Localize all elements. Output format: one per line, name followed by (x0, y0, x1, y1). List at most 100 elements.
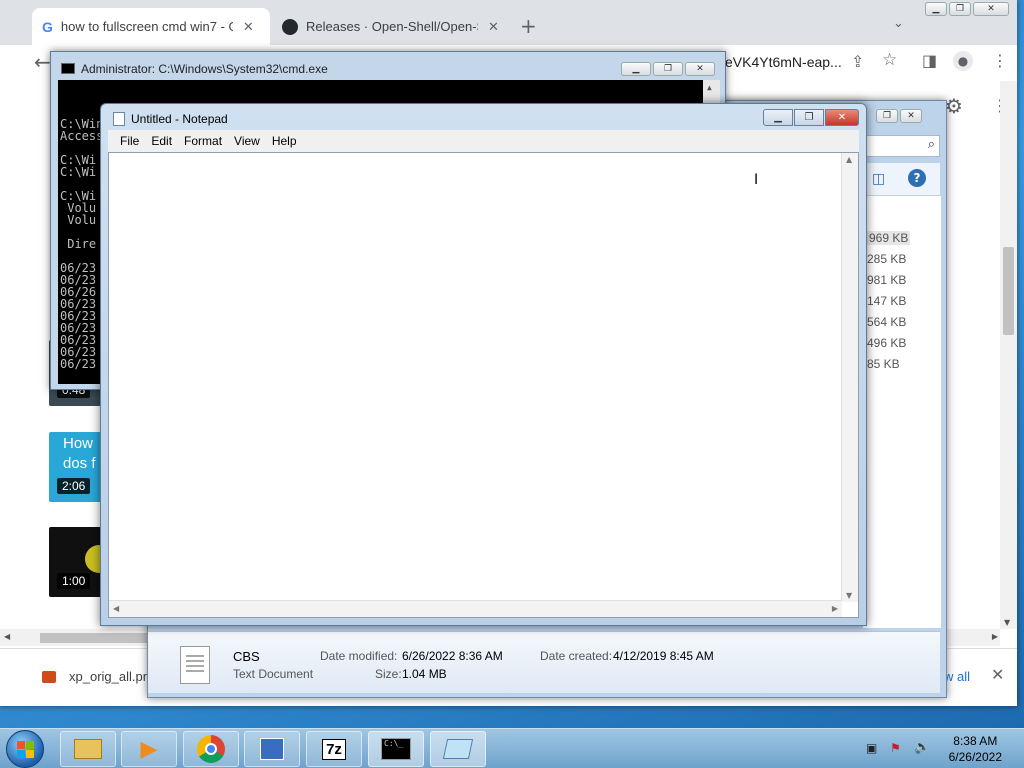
close-button[interactable]: ✕ (900, 109, 922, 123)
scroll-up-arrow-icon[interactable]: ▲ (707, 82, 712, 94)
scroll-left-arrow-icon[interactable]: ◀ (113, 604, 119, 613)
editor-horizontal-scrollbar[interactable]: ◀ ▶ (109, 600, 842, 617)
cmd-icon: C:\_ (381, 738, 411, 760)
details-created-value: 4/12/2019 8:45 AM (613, 649, 714, 663)
chevron-down-icon[interactable]: ⌄ (893, 16, 904, 31)
details-file-type: Text Document (233, 667, 314, 681)
file-size[interactable]: 981 KB (867, 273, 906, 287)
details-created-label: Date created: (540, 649, 613, 663)
page-vertical-scrollbar[interactable]: ▼ (1000, 81, 1017, 629)
file-size[interactable]: 285 KB (867, 252, 906, 266)
menu-format[interactable]: Format (178, 134, 228, 148)
video-title-line: How (63, 435, 94, 452)
7zip-icon: 7z (322, 738, 346, 760)
system-clock[interactable]: 8:38 AM 6/26/2022 (949, 733, 1002, 765)
video-thumb-graphic (85, 545, 101, 573)
kebab-menu-icon[interactable]: ⋮ (992, 51, 1008, 70)
clock-date: 6/26/2022 (948, 750, 1002, 764)
taskbar-7zip[interactable]: 7z (306, 731, 362, 767)
explorer-toolbar: ◫ ? (866, 163, 940, 195)
cmd-title: Administrator: C:\Windows\System32\cmd.e… (81, 62, 328, 76)
video-duration: 1:00 (57, 573, 91, 589)
back-arrow-icon[interactable]: ← (34, 50, 51, 74)
bookmark-star-icon[interactable]: ☆ (882, 50, 897, 70)
file-size[interactable]: 147 KB (867, 294, 906, 308)
network-tray-icon[interactable]: ▣ (866, 741, 877, 755)
video-title: How dos f (49, 432, 101, 474)
restore-button[interactable]: ❐ (653, 62, 683, 76)
notepad-window-controls: ▁ ❐ ✕ (763, 109, 859, 126)
search-icon[interactable]: ⌕ (928, 137, 935, 152)
search-box[interactable]: ⌕ (866, 135, 940, 157)
gear-icon[interactable]: ⚙ (945, 94, 963, 118)
file-size[interactable]: 85 KB (867, 357, 900, 371)
scroll-right-arrow-icon[interactable]: ▶ (832, 604, 838, 613)
taskbar-cmd[interactable]: C:\_ (368, 731, 424, 767)
tab-github-releases[interactable]: Releases · Open-Shell/Open-She ✕ (272, 8, 510, 45)
show-all-downloads-button[interactable]: w all (944, 669, 970, 684)
taskbar-network-app[interactable] (244, 731, 300, 767)
new-tab-icon[interactable]: + (520, 14, 537, 38)
menu-help[interactable]: Help (266, 134, 303, 148)
explorer-icon (74, 739, 102, 759)
video-duration: 2:06 (57, 478, 91, 494)
action-center-flag-icon[interactable]: ⚑ (890, 741, 901, 755)
close-tab-icon[interactable]: ✕ (488, 19, 499, 35)
url-text[interactable]: eVK4Yt6mN-eap... (725, 54, 842, 70)
volume-icon[interactable]: 🔈 (914, 740, 930, 755)
text-cursor-icon: I (754, 172, 759, 188)
editor-vertical-scrollbar[interactable]: ▲ ▼ (841, 153, 858, 602)
close-download-bar-icon[interactable]: ✕ (991, 665, 1004, 684)
details-size-label: Size: (375, 667, 402, 681)
menu-bar: File Edit Format View Help (108, 130, 859, 152)
profile-avatar-icon[interactable]: ● (953, 51, 973, 71)
restore-button[interactable]: ❐ (949, 2, 971, 16)
video-thumbnail[interactable]: How dos f 2:06 (49, 432, 101, 502)
tab-title: Releases · Open-Shell/Open-She (306, 19, 478, 34)
text-editor-area[interactable]: I ▲ ▼ ◀ ▶ (108, 152, 859, 618)
scroll-up-arrow-icon[interactable]: ▲ (846, 155, 852, 164)
notepad-title: Untitled - Notepad (131, 112, 228, 126)
help-icon[interactable]: ? (908, 169, 926, 187)
menu-file[interactable]: File (114, 134, 145, 148)
chrome-icon (197, 735, 225, 763)
chrome-window-controls: ▁ ❐ ✕ (925, 2, 1009, 16)
share-icon[interactable]: ⇪ (851, 52, 864, 71)
taskbar-media-player[interactable]: ▶ (121, 731, 177, 767)
menu-edit[interactable]: Edit (145, 134, 178, 148)
menu-view[interactable]: View (228, 134, 266, 148)
scroll-right-arrow-icon[interactable]: ▶ (992, 632, 998, 641)
preview-pane-icon[interactable]: ◫ (872, 171, 885, 187)
restore-button[interactable]: ❐ (876, 109, 898, 123)
scroll-down-arrow-icon[interactable]: ▼ (846, 591, 852, 600)
close-button[interactable]: ✕ (973, 2, 1009, 16)
scrollbar-thumb[interactable] (40, 633, 150, 643)
close-button[interactable]: ✕ (825, 109, 859, 126)
taskbar-notepad[interactable] (430, 731, 486, 767)
tab-google-search[interactable]: G how to fullscreen cmd win7 - Go ✕ (32, 8, 270, 45)
start-button[interactable] (6, 730, 44, 768)
close-tab-icon[interactable]: ✕ (243, 19, 254, 35)
scroll-down-arrow-icon[interactable]: ▼ (1004, 618, 1010, 627)
details-file-name: CBS (233, 649, 260, 664)
maximize-button[interactable]: ❐ (794, 109, 824, 126)
file-size[interactable]: 496 KB (867, 336, 906, 350)
text-document-icon (180, 646, 210, 684)
side-panel-icon[interactable]: ◨ (922, 51, 937, 70)
download-filename[interactable]: xp_orig_all.pn (69, 669, 150, 684)
minimize-button[interactable]: ▁ (763, 109, 793, 126)
taskbar-chrome[interactable] (183, 731, 239, 767)
clock-time: 8:38 AM (953, 734, 998, 748)
scroll-left-arrow-icon[interactable]: ◀ (4, 632, 10, 641)
minimize-button[interactable]: ▁ (621, 62, 651, 76)
video-thumbnail[interactable]: 1:00 (49, 527, 101, 597)
file-size[interactable]: 564 KB (867, 315, 906, 329)
cmd-window-controls: ▁ ❐ ✕ (621, 62, 715, 76)
scrollbar-thumb[interactable] (1003, 247, 1014, 335)
google-icon: G (42, 18, 53, 35)
minimize-button[interactable]: ▁ (925, 2, 947, 16)
github-icon (282, 18, 298, 35)
close-button[interactable]: ✕ (685, 62, 715, 76)
file-size[interactable]: 969 KB (867, 231, 911, 245)
taskbar-explorer[interactable] (60, 731, 116, 767)
